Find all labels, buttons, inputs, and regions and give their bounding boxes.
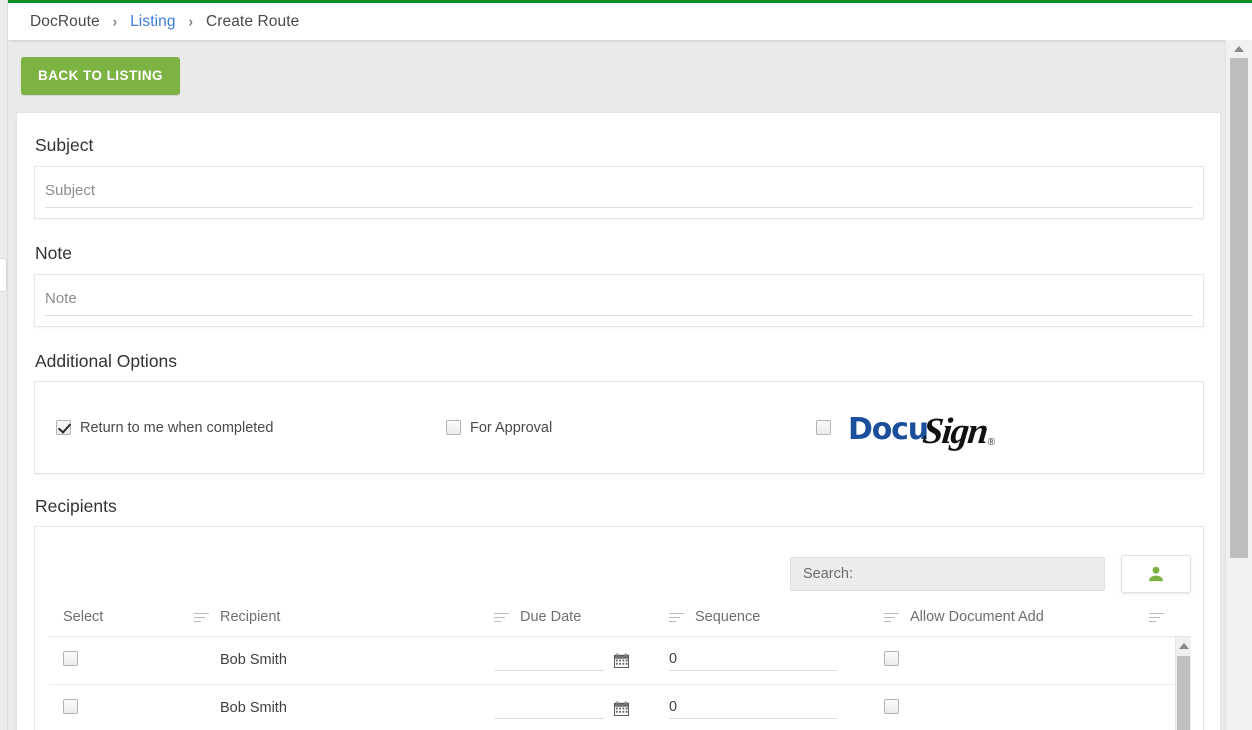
calendar-icon[interactable]: [614, 700, 629, 716]
allow-document-add-checkbox[interactable]: [884, 698, 899, 714]
sort-icon[interactable]: [669, 612, 684, 623]
page-content: BACK TO LISTING Subject Note Additional …: [9, 40, 1225, 730]
row-select-checkbox[interactable]: [63, 698, 78, 714]
docusign-logo-docu: Docu: [848, 412, 929, 447]
docusign-checkbox[interactable]: [816, 420, 831, 435]
page-toolbar: BACK TO LISTING: [9, 40, 1225, 95]
column-label-select: Select: [63, 609, 104, 625]
docusign-logo-icon: Docu Sign ®: [848, 406, 996, 452]
sequence-input[interactable]: [669, 649, 837, 671]
option-for-approval[interactable]: For Approval: [446, 420, 816, 436]
page-scrollbar[interactable]: [1225, 40, 1252, 730]
return-to-me-checkbox[interactable]: [56, 420, 71, 435]
row-recipient-name: Bob Smith: [194, 684, 494, 730]
left-rail: [0, 0, 8, 730]
person-add-icon: [1149, 566, 1163, 582]
return-to-me-label: Return to me when completed: [80, 419, 274, 436]
breadcrumb-separator-icon: ›: [188, 12, 193, 31]
recipients-toolbar: [49, 541, 1191, 599]
sidebar-toggle-tab[interactable]: [0, 258, 7, 292]
breadcrumb-item-docroute[interactable]: DocRoute: [30, 13, 100, 31]
page-scroll-up-button[interactable]: [1226, 40, 1252, 57]
column-header-due-date[interactable]: Due Date: [494, 599, 669, 637]
row-select-checkbox[interactable]: [63, 650, 78, 666]
recipients-panel: Select Recipient: [34, 526, 1204, 730]
note-input[interactable]: [45, 287, 1193, 316]
additional-options-label: Additional Options: [35, 351, 178, 371]
breadcrumb-item-create-route: Create Route: [205, 12, 300, 30]
for-approval-label: For Approval: [470, 419, 553, 436]
docusign-logo-registered: ®: [987, 437, 996, 448]
column-label-allow-document-add: Allow Document Add: [910, 609, 1044, 625]
row-allow-document-add-cell: [884, 637, 1149, 685]
recipients-table-body: Bob Smith 0 Bob Smith 0: [49, 637, 1191, 730]
breadcrumb-item-listing[interactable]: Listing: [130, 13, 176, 31]
chevron-up-icon: [1234, 45, 1244, 52]
table-row[interactable]: Bob Smith: [49, 637, 1191, 685]
note-field-box: [34, 274, 1204, 327]
recipients-label: Recipients: [35, 496, 117, 516]
sort-icon[interactable]: [194, 612, 209, 623]
recipients-table-header: Select Recipient Due Date Sequence Allow…: [49, 599, 1191, 637]
column-header-select[interactable]: Select: [49, 599, 194, 637]
breadcrumb-separator-icon: ›: [112, 12, 118, 31]
add-recipient-button[interactable]: [1121, 555, 1191, 593]
table-header-row: Select Recipient Due Date Sequence Allow…: [49, 599, 1191, 637]
subject-input[interactable]: [45, 179, 1193, 208]
due-date-input[interactable]: [494, 697, 604, 719]
option-return-to-me[interactable]: Return to me when completed: [56, 420, 446, 436]
row-sequence-cell: [669, 637, 884, 685]
column-label-sequence: Sequence: [695, 609, 761, 625]
table-scrollbar[interactable]: [1175, 637, 1191, 730]
additional-options-panel: Return to me when completed For Approval…: [34, 381, 1204, 474]
row-allow-document-add-cell: [884, 684, 1149, 730]
search-box[interactable]: [790, 557, 1105, 591]
sequence-input[interactable]: [669, 697, 837, 719]
breadcrumb: DocRoute › Listing › Create Route: [8, 3, 1252, 40]
row-due-date-cell: [494, 684, 669, 730]
row-recipient-name: Bob Smith: [194, 637, 494, 685]
column-header-allow-document-add[interactable]: Allow Document Add: [884, 599, 1149, 637]
calendar-icon[interactable]: [614, 652, 629, 668]
column-header-actions[interactable]: [1149, 599, 1191, 637]
column-header-sequence[interactable]: Sequence: [669, 599, 884, 637]
recipients-table-scroll-area: Bob Smith 0 Bob Smith 0: [49, 637, 1191, 730]
page-scrollbar-thumb[interactable]: [1230, 58, 1248, 558]
due-date-input[interactable]: [494, 649, 604, 671]
table-scroll-up-button[interactable]: [1176, 637, 1191, 655]
for-approval-checkbox[interactable]: [446, 420, 461, 435]
column-label-due-date: Due Date: [520, 609, 582, 625]
chevron-up-icon: [1178, 643, 1189, 649]
column-header-recipient[interactable]: Recipient: [194, 599, 494, 637]
sort-icon[interactable]: [494, 612, 509, 623]
row-select-cell: [49, 637, 194, 685]
search-input[interactable]: [801, 565, 1094, 583]
column-label-recipient: Recipient: [220, 609, 281, 625]
option-docusign[interactable]: Docu Sign ®: [816, 406, 1189, 452]
row-select-cell: [49, 684, 194, 730]
note-label: Note: [35, 243, 72, 263]
subject-label: Subject: [35, 135, 94, 155]
row-due-date-cell: [494, 637, 669, 685]
table-scrollbar-thumb[interactable]: [1177, 656, 1190, 730]
back-to-listing-button[interactable]: BACK TO LISTING: [21, 57, 181, 95]
subject-field-box: [34, 166, 1204, 219]
create-route-card: Subject Note Additional Options Return t…: [16, 112, 1221, 730]
docusign-logo-sign: Sign: [920, 411, 989, 452]
allow-document-add-checkbox[interactable]: [884, 650, 899, 666]
row-sequence-cell: [669, 684, 884, 730]
sort-icon[interactable]: [1149, 612, 1164, 623]
app-viewport: DocRoute › Listing › Create Route BACK T…: [0, 0, 1252, 730]
table-row[interactable]: Bob Smith: [49, 684, 1191, 730]
sort-icon[interactable]: [884, 612, 899, 623]
